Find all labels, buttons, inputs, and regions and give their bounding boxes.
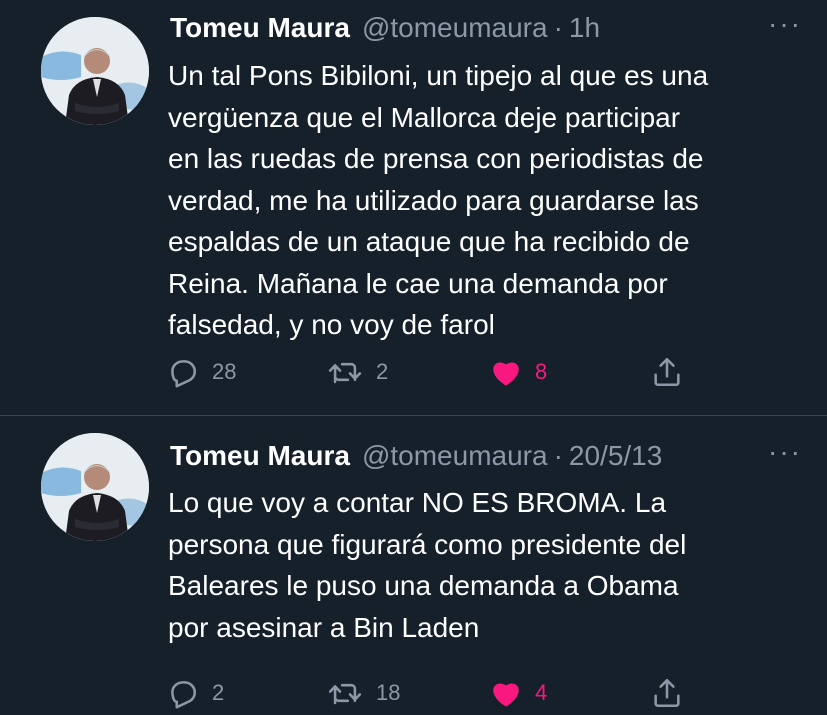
- share-icon: [654, 678, 680, 708]
- like-button[interactable]: 8: [489, 352, 547, 392]
- separator: ·: [553, 440, 563, 471]
- retweet-icon: [328, 683, 362, 705]
- reply-button[interactable]: 2: [166, 673, 224, 713]
- retweet-button[interactable]: 2: [326, 352, 388, 392]
- more-icon[interactable]: ···: [765, 438, 805, 472]
- author-name[interactable]: Tomeu Maura: [170, 440, 350, 472]
- timestamp[interactable]: 1h: [569, 12, 600, 44]
- like-count: 8: [535, 359, 548, 384]
- reply-button[interactable]: 28: [166, 352, 236, 392]
- avatar-image: [41, 433, 149, 541]
- like-count: 4: [535, 680, 548, 705]
- retweet-count: 18: [376, 680, 401, 705]
- author-handle[interactable]: @tomeumaura: [362, 440, 548, 472]
- reply-count: 28: [212, 359, 237, 384]
- avatar[interactable]: [41, 17, 149, 125]
- tweet[interactable]: Tomeu Maura @tomeumaura · 20/5/13 ··· Lo…: [0, 416, 827, 715]
- share-button[interactable]: [650, 352, 684, 392]
- tweet-actions: 2 18 4: [166, 673, 706, 713]
- tweet[interactable]: Tomeu Maura @tomeumaura · 1h ··· Un tal …: [0, 0, 827, 415]
- retweet-icon: [328, 362, 362, 384]
- like-button[interactable]: 4: [489, 673, 547, 713]
- avatar-image: [41, 17, 149, 125]
- more-icon[interactable]: ···: [765, 10, 805, 44]
- timestamp[interactable]: 20/5/13: [569, 440, 662, 472]
- author-handle[interactable]: @tomeumaura: [362, 12, 548, 44]
- share-button[interactable]: [650, 673, 684, 713]
- reply-icon: [171, 681, 197, 709]
- author-name[interactable]: Tomeu Maura: [170, 12, 350, 44]
- tweet-header: Tomeu Maura @tomeumaura · 20/5/13: [170, 436, 662, 476]
- avatar[interactable]: [41, 433, 149, 541]
- separator: ·: [553, 12, 563, 43]
- tweet-text: Lo que voy a contar NO ES BROMA. La pers…: [168, 487, 687, 643]
- tweet-header: Tomeu Maura @tomeumaura · 1h: [170, 8, 600, 48]
- share-icon: [654, 357, 680, 387]
- heart-icon: [493, 683, 519, 707]
- retweet-button[interactable]: 18: [326, 673, 400, 713]
- tweet-text: Un tal Pons Bibiloni, un tipejo al que e…: [168, 60, 709, 340]
- reply-icon: [171, 360, 197, 388]
- reply-count: 2: [212, 680, 225, 705]
- retweet-count: 2: [376, 359, 389, 384]
- tweet-actions: 28 2 8: [166, 352, 706, 392]
- heart-icon: [493, 362, 519, 386]
